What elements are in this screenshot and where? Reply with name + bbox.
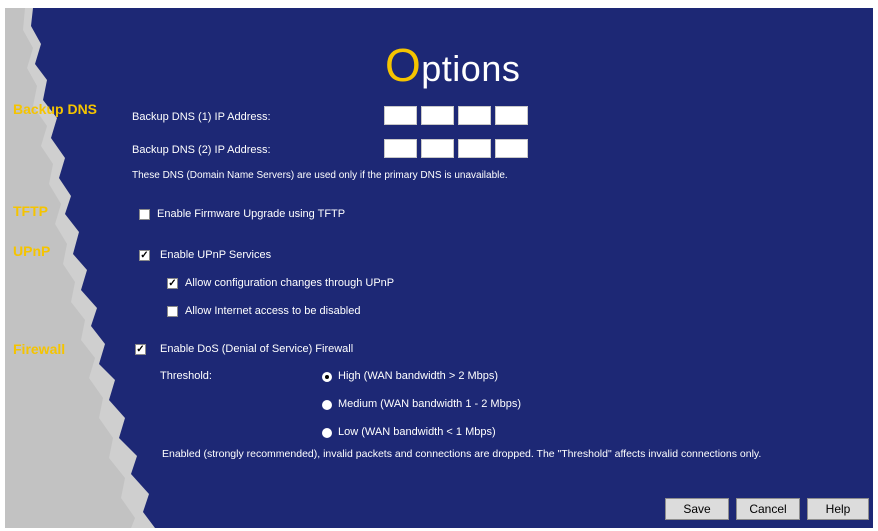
threshold-radio-medium[interactable] [322, 400, 332, 410]
page-title: Options [385, 38, 520, 92]
tftp-enable-checkbox[interactable] [139, 209, 150, 220]
options-panel: Options Backup DNS TFTP UPnP Firewall Ba… [5, 8, 873, 528]
section-label-upnp: UPnP [13, 243, 51, 259]
firewall-note: Enabled (strongly recommended), invalid … [162, 448, 762, 460]
upnp-enable-label: Enable UPnP Services [160, 249, 272, 261]
upnp-allow-disable-label: Allow Internet access to be disabled [185, 305, 361, 317]
dns2-octet-2[interactable] [421, 139, 454, 158]
dns1-ip-input [384, 106, 528, 125]
firewall-enable-label: Enable DoS (Denial of Service) Firewall [160, 343, 354, 355]
dns2-octet-3[interactable] [458, 139, 491, 158]
save-button[interactable]: Save [665, 498, 729, 520]
threshold-radio-low[interactable] [322, 428, 332, 438]
dns1-octet-2[interactable] [421, 106, 454, 125]
upnp-allow-config-label: Allow configuration changes through UPnP [185, 277, 395, 289]
section-label-backup-dns: Backup DNS [13, 101, 98, 117]
threshold-option-medium: Medium (WAN bandwidth 1 - 2 Mbps) [338, 398, 521, 410]
dns-note: These DNS (Domain Name Servers) are used… [132, 170, 508, 181]
threshold-label: Threshold: [160, 370, 212, 382]
torn-edge-decoration [5, 8, 155, 528]
page-title-rest: ptions [421, 48, 521, 89]
firewall-enable-checkbox[interactable]: ✓ [135, 344, 146, 355]
dns2-octet-1[interactable] [384, 139, 417, 158]
dns2-octet-4[interactable] [495, 139, 528, 158]
threshold-option-low: Low (WAN bandwidth < 1 Mbps) [338, 426, 496, 438]
page-title-initial: O [385, 39, 422, 91]
dns1-octet-3[interactable] [458, 106, 491, 125]
upnp-allow-config-checkbox[interactable]: ✓ [167, 278, 178, 289]
dns1-label: Backup DNS (1) IP Address: [132, 111, 271, 123]
help-button[interactable]: Help [807, 498, 869, 520]
dns1-octet-4[interactable] [495, 106, 528, 125]
threshold-option-high: High (WAN bandwidth > 2 Mbps) [338, 370, 499, 382]
cancel-button[interactable]: Cancel [736, 498, 800, 520]
section-label-tftp: TFTP [13, 203, 48, 219]
tftp-enable-label: Enable Firmware Upgrade using TFTP [157, 208, 346, 220]
upnp-enable-checkbox[interactable]: ✓ [139, 250, 150, 261]
dns1-octet-1[interactable] [384, 106, 417, 125]
upnp-allow-disable-checkbox[interactable] [167, 306, 178, 317]
dns2-ip-input [384, 139, 528, 158]
section-label-firewall: Firewall [13, 341, 66, 357]
dns2-label: Backup DNS (2) IP Address: [132, 144, 271, 156]
threshold-radio-high[interactable] [322, 372, 332, 382]
